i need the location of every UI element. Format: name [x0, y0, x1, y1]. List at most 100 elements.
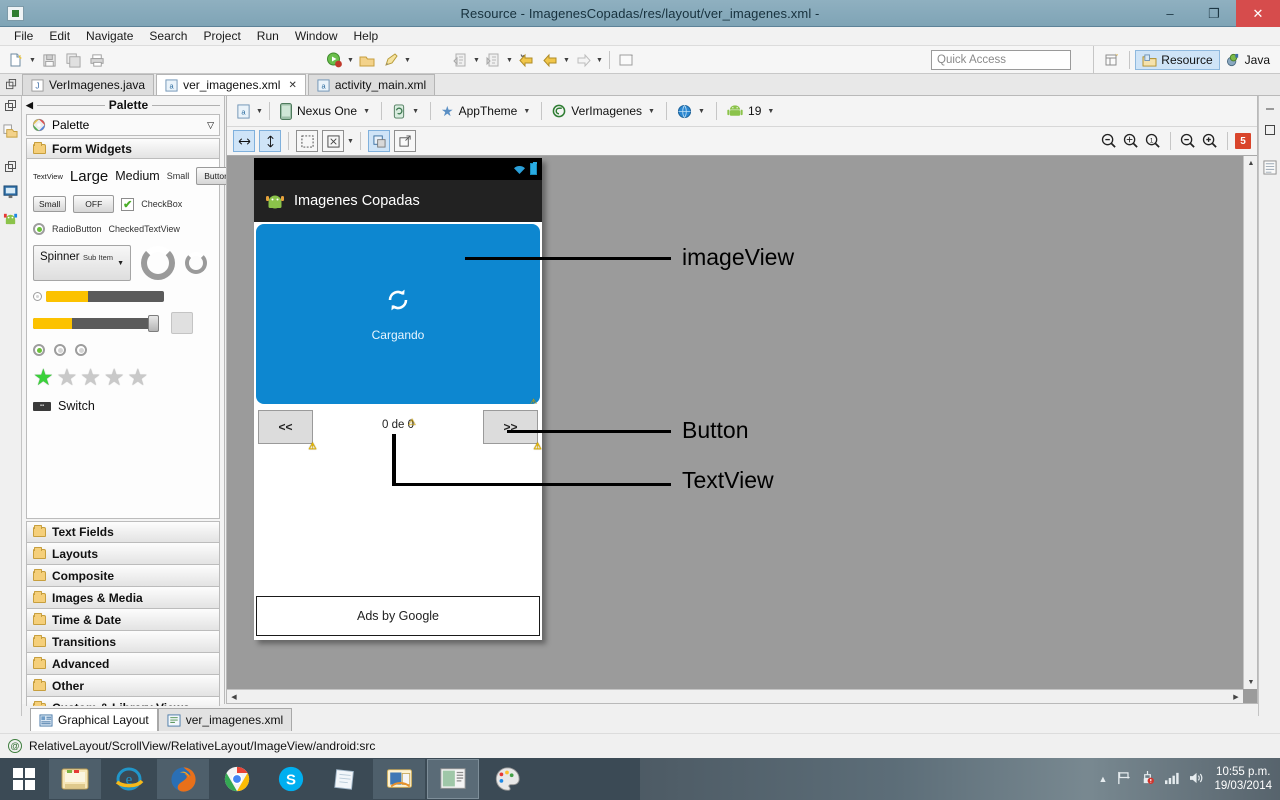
menu-run[interactable]: Run: [249, 28, 287, 44]
zoom-100-icon[interactable]: 1: [1143, 131, 1163, 151]
zoom-minus-icon[interactable]: [1178, 131, 1198, 151]
perspective-resource[interactable]: Resource: [1135, 50, 1220, 70]
fit-width-icon[interactable]: [233, 130, 255, 152]
widget-large-text[interactable]: Large: [70, 168, 108, 185]
quickcontact-badge-icon[interactable]: [171, 312, 193, 334]
run-caret[interactable]: ▼: [346, 50, 355, 70]
widget-progressbar-horizontal[interactable]: [46, 291, 164, 302]
palette-category-time-date[interactable]: Time & Date: [26, 609, 220, 631]
design-canvas[interactable]: Imagenes Copadas Cargando << 0 de 0: [227, 156, 1257, 703]
debug-icon[interactable]: [381, 50, 401, 70]
open-perspective-icon[interactable]: [1102, 50, 1122, 70]
widget-radiobutton-label[interactable]: RadioButton: [52, 224, 102, 234]
locale-selector[interactable]: ▼: [672, 99, 711, 123]
properties-icon[interactable]: [1262, 160, 1277, 178]
taskbar-skype[interactable]: S: [265, 759, 317, 799]
close-icon[interactable]: ✕: [288, 80, 296, 91]
star-icon-2[interactable]: ★: [57, 366, 78, 389]
activity-selector[interactable]: VerImagenes ▼: [547, 99, 661, 123]
show-hidden-icon[interactable]: ▲: [1099, 774, 1108, 784]
select-all-icon[interactable]: [296, 130, 318, 152]
canvas-vertical-scrollbar[interactable]: ▲ ▼: [1243, 156, 1257, 689]
star-icon-3[interactable]: ★: [80, 366, 101, 389]
checkbox-icon[interactable]: ✔: [121, 197, 135, 211]
radio-off-icon-2[interactable]: [75, 344, 87, 356]
palette-category-transitions[interactable]: Transitions: [26, 631, 220, 653]
zoom-plus-icon[interactable]: [1200, 131, 1220, 151]
save-all-icon[interactable]: [63, 50, 83, 70]
collapse-left-icon[interactable]: ◀: [26, 100, 33, 111]
chevron-down-icon[interactable]: ▽: [207, 120, 214, 131]
preview-empty-area[interactable]: [254, 449, 542, 594]
next-annotation-icon[interactable]: [483, 50, 503, 70]
widget-spinner[interactable]: Spinner Sub Item ▼: [33, 245, 131, 281]
editor-tab-activity-main-xml[interactable]: a activity_main.xml: [307, 74, 436, 95]
taskbar-internet-explorer[interactable]: e: [103, 759, 155, 799]
star-icon-4[interactable]: ★: [104, 366, 125, 389]
minimize-icon[interactable]: [1264, 100, 1276, 115]
canvas-horizontal-scrollbar[interactable]: ◀ ▶: [227, 689, 1243, 703]
back-history-icon[interactable]: [540, 50, 560, 70]
editor-tab-verimagenes-java[interactable]: J VerImagenes.java: [22, 74, 155, 95]
warning-icon[interactable]: [407, 417, 418, 427]
menu-window[interactable]: Window: [287, 28, 346, 44]
locale-caret[interactable]: ▼: [697, 101, 706, 121]
progressbar-large-icon[interactable]: [141, 246, 175, 280]
api-level-selector[interactable]: 19 ▼: [722, 99, 780, 123]
tab-graphical-layout[interactable]: Graphical Layout: [30, 708, 158, 731]
widget-small-button[interactable]: Small: [33, 196, 67, 212]
widget-textview[interactable]: TextView: [33, 172, 63, 181]
radio-button-icon[interactable]: [33, 223, 45, 235]
scroll-down-icon[interactable]: ▼: [1244, 675, 1257, 689]
palette-selector[interactable]: Palette ▽: [26, 114, 220, 136]
zoom-out-real-icon[interactable]: [1099, 131, 1119, 151]
taskbar-clock[interactable]: 10:55 p.m. 19/03/2014: [1214, 765, 1272, 793]
widget-toggle-button[interactable]: OFF: [73, 195, 115, 213]
progressbar-small-icon[interactable]: [185, 252, 207, 274]
orientation-caret[interactable]: ▼: [411, 101, 420, 121]
palette-category-other[interactable]: Other: [26, 675, 220, 697]
layout-config-icon[interactable]: a: [233, 101, 253, 121]
include-in-icon[interactable]: [394, 130, 416, 152]
taskbar-notepad[interactable]: [319, 759, 371, 799]
menu-navigate[interactable]: Navigate: [78, 28, 141, 44]
widget-small-text[interactable]: Small: [167, 171, 190, 181]
seekbar-thumb-icon[interactable]: [148, 314, 159, 332]
scroll-up-icon[interactable]: ▲: [1244, 156, 1257, 170]
forward-icon[interactable]: [573, 50, 593, 70]
widget-switch-label[interactable]: Switch: [58, 399, 95, 413]
next-annot-caret[interactable]: ▼: [505, 50, 514, 70]
widget-checkbox-label[interactable]: CheckBox: [141, 199, 182, 209]
config-caret[interactable]: ▼: [255, 101, 264, 121]
new-window-icon[interactable]: [617, 50, 637, 70]
perspective-java[interactable]: Java: [1220, 51, 1276, 69]
outline-mode-icon[interactable]: [368, 130, 390, 152]
restore-icon-2[interactable]: [4, 161, 17, 176]
switch-icon[interactable]: ▪▪: [33, 401, 51, 411]
palette-category-advanced[interactable]: Advanced: [26, 653, 220, 675]
taskbar-eclipse[interactable]: [427, 759, 479, 799]
theme-selector[interactable]: ★ AppTheme ▼: [436, 99, 536, 123]
volume-icon[interactable]: [1189, 771, 1205, 788]
preview-counter-textview[interactable]: 0 de 0: [313, 410, 483, 431]
open-type-icon[interactable]: [357, 50, 377, 70]
taskbar-firefox[interactable]: [157, 759, 209, 799]
maximize-button[interactable]: ❐: [1192, 0, 1236, 27]
theme-caret[interactable]: ▼: [522, 101, 531, 121]
forward-caret[interactable]: ▼: [595, 50, 604, 70]
radio-off-icon-1[interactable]: [54, 344, 66, 356]
new-file-icon[interactable]: [6, 50, 26, 70]
back-caret[interactable]: ▼: [562, 50, 571, 70]
radio-on-icon[interactable]: [33, 344, 45, 356]
palette-category-layouts[interactable]: Layouts: [26, 543, 220, 565]
taskbar-chrome[interactable]: [211, 759, 263, 799]
api-caret[interactable]: ▼: [766, 101, 775, 121]
menu-help[interactable]: Help: [346, 28, 387, 44]
device-caret[interactable]: ▼: [362, 101, 371, 121]
scroll-left-icon[interactable]: ◀: [227, 690, 241, 703]
device-preview[interactable]: Imagenes Copadas Cargando << 0 de 0: [254, 158, 542, 640]
palette-category-composite[interactable]: Composite: [26, 565, 220, 587]
star-icon-5[interactable]: ★: [128, 366, 149, 389]
preview-next-button[interactable]: >>: [483, 410, 538, 444]
palette-category-images-media[interactable]: Images & Media: [26, 587, 220, 609]
